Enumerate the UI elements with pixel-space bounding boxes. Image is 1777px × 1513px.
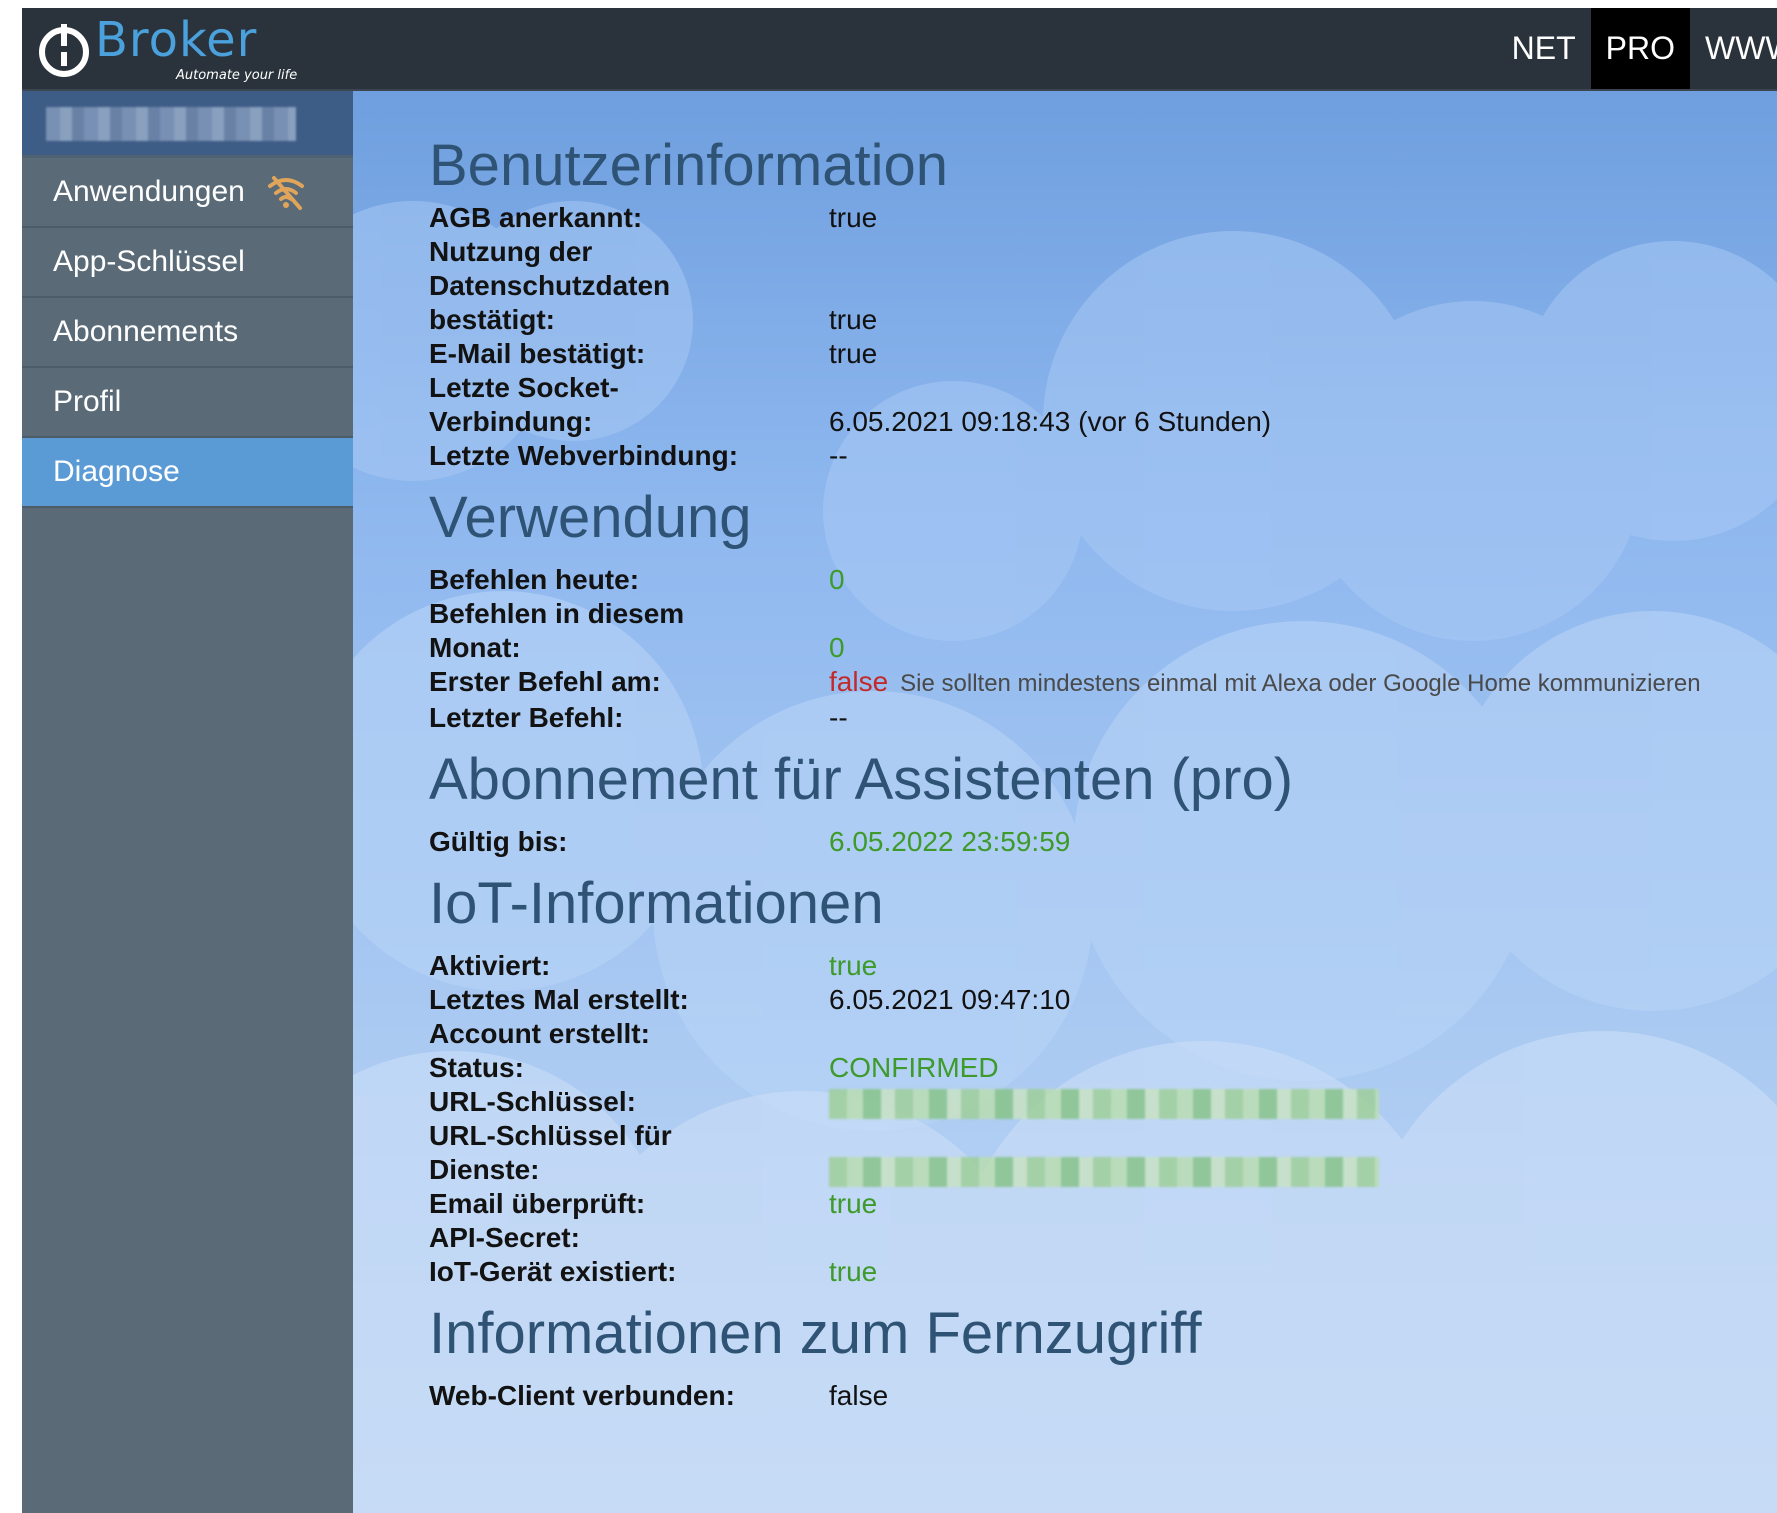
info-label: E-Mail bestätigt: — [429, 338, 646, 369]
info-label: IoT-Gerät existiert: — [429, 1256, 677, 1287]
info-row-socket: Letzte Socket- Verbindung: 6.05.2021 09:… — [429, 371, 1769, 439]
info-row-device-exists: IoT-Gerät existiert: true — [429, 1255, 1769, 1289]
info-row-account-created: Account erstellt: — [429, 1017, 1769, 1051]
redacted-url-key-services — [829, 1156, 1379, 1187]
info-label: Befehlen in diesem Monat: — [429, 598, 685, 663]
sidebar-item-profil[interactable]: Profil — [22, 368, 353, 438]
sidebar-item-label: Diagnose — [53, 455, 180, 488]
info-value — [829, 1085, 1379, 1119]
info-row-web: Letzte Webverbindung: -- — [429, 439, 1769, 473]
diagnose-content: Benutzerinformation AGB anerkannt: true … — [429, 131, 1769, 1413]
info-value: -- — [829, 440, 848, 471]
logo-text: Broker — [95, 12, 258, 68]
info-value: false Sie sollten mindestens einmal mit A… — [829, 665, 1701, 701]
info-row-last-command: Letzter Befehl: -- — [429, 701, 1769, 735]
section-title-iot: IoT-Informationen — [429, 871, 884, 936]
info-label: Account erstellt: — [429, 1018, 650, 1049]
wifi-off-icon — [268, 176, 304, 210]
sidebar-item-label: App-Schlüssel — [53, 245, 245, 278]
info-row-url-key-services: URL-Schlüssel für Dienste: — [429, 1119, 1769, 1187]
info-label: Email überprüft: — [429, 1188, 646, 1219]
top-nav: NET PRO WWW — [1497, 8, 1777, 89]
section-title-user: Benutzerinformation — [429, 133, 949, 198]
info-row-url-key: URL-Schlüssel: — [429, 1085, 1769, 1119]
info-row-email-checked: Email überprüft: true — [429, 1187, 1769, 1221]
section-title-usage: Verwendung — [429, 485, 752, 550]
sidebar-item-anwendungen[interactable]: Anwendungen — [22, 158, 353, 228]
top-bar: Broker Automate your life NET PRO WWW — [22, 8, 1777, 91]
info-value: true — [829, 338, 878, 369]
sidebar-item-app-schluessel[interactable]: App-Schlüssel — [22, 228, 353, 298]
info-label: Letztes Mal erstellt: — [429, 984, 689, 1015]
info-label: URL-Schlüssel: — [429, 1086, 636, 1117]
info-row-agb: AGB anerkannt: true — [429, 201, 1769, 235]
info-label: Befehlen heute: — [429, 564, 640, 595]
section-title-remote: Informationen zum Fernzugriff — [429, 1301, 1202, 1366]
info-label: AGB anerkannt: — [429, 202, 643, 233]
sidebar-item-diagnose[interactable]: Diagnose — [22, 438, 353, 508]
info-label: Status: — [429, 1052, 524, 1083]
info-row-first-command: Erster Befehl am: false Sie sollten minde… — [429, 665, 1769, 701]
info-value: true — [829, 950, 878, 981]
sidebar-item-label: Abonnements — [53, 315, 239, 348]
info-label: URL-Schlüssel für Dienste: — [429, 1120, 672, 1185]
logo-tagline: Automate your life — [176, 68, 298, 83]
info-value: -- — [829, 702, 848, 733]
section-title-subscription: Abonnement für Assistenten (pro) — [429, 747, 1294, 812]
info-row-valid-until: Gültig bis: 6.05.2022 23:59:59 — [429, 825, 1769, 859]
info-row-activated: Aktiviert: true — [429, 949, 1769, 983]
info-label: Letzte Webverbindung: — [429, 440, 739, 471]
first-command-value: false — [829, 666, 889, 697]
info-value: true — [829, 1256, 878, 1287]
info-row-month: Befehlen in diesem Monat: 0 — [429, 597, 1769, 665]
first-command-hint: Sie sollten mindestens einmal mit Alexa … — [900, 670, 1701, 697]
power-logo-icon — [39, 24, 89, 77]
sidebar-item-label: Anwendungen — [53, 175, 245, 208]
main-content: Benutzerinformation AGB anerkannt: true … — [353, 91, 1777, 1513]
info-row-status: Status: CONFIRMED — [429, 1051, 1769, 1085]
sidebar-user-redacted — [22, 91, 353, 158]
info-label: Aktiviert: — [429, 950, 551, 981]
info-label: Gültig bis: — [429, 826, 568, 857]
info-row-email: E-Mail bestätigt: true — [429, 337, 1769, 371]
info-value: 6.05.2022 23:59:59 — [829, 826, 1071, 857]
info-label: Erster Befehl am: — [429, 666, 661, 697]
info-value: 6.05.2021 09:47:10 — [829, 984, 1071, 1015]
redacted-url-key — [829, 1088, 1379, 1119]
info-value: true — [829, 202, 878, 233]
info-row-today: Befehlen heute: 0 — [429, 563, 1769, 597]
info-value: 6.05.2021 09:18:43 (vor 6 Stunden) — [829, 406, 1272, 437]
top-nav-pro[interactable]: PRO — [1590, 8, 1690, 89]
info-value: CONFIRMED — [829, 1052, 999, 1083]
info-label: Letzter Befehl: — [429, 702, 624, 733]
redacted-username — [46, 107, 296, 141]
info-row-privacy: Nutzung der Datenschutzdaten bestätigt: … — [429, 235, 1769, 337]
info-value: false — [829, 1380, 889, 1411]
info-value — [829, 1119, 1379, 1187]
sidebar-item-abonnements[interactable]: Abonnements — [22, 298, 353, 368]
info-row-api-secret: API-Secret: — [429, 1221, 1769, 1255]
info-label: Letzte Socket- Verbindung: — [429, 372, 619, 437]
info-value: true — [829, 1188, 878, 1219]
top-nav-net[interactable]: NET — [1497, 8, 1591, 89]
info-label: Nutzung der Datenschutzdaten bestätigt: — [429, 236, 671, 335]
iobroker-logo[interactable]: Broker Automate your life — [38, 16, 338, 83]
sidebar: Anwendungen App-Schlüssel Abonnements Pr… — [22, 91, 353, 1513]
sidebar-item-label: Profil — [53, 385, 122, 418]
info-value: 0 — [829, 564, 845, 595]
info-label: API-Secret: — [429, 1222, 580, 1253]
info-row-webclient: Web-Client verbunden: false — [429, 1379, 1769, 1413]
info-value: true — [829, 304, 878, 335]
top-nav-www[interactable]: WWW — [1690, 8, 1777, 89]
info-row-last-created: Letztes Mal erstellt: 6.05.2021 09:47:10 — [429, 983, 1769, 1017]
info-label: Web-Client verbunden: — [429, 1380, 735, 1411]
info-value: 0 — [829, 632, 845, 663]
